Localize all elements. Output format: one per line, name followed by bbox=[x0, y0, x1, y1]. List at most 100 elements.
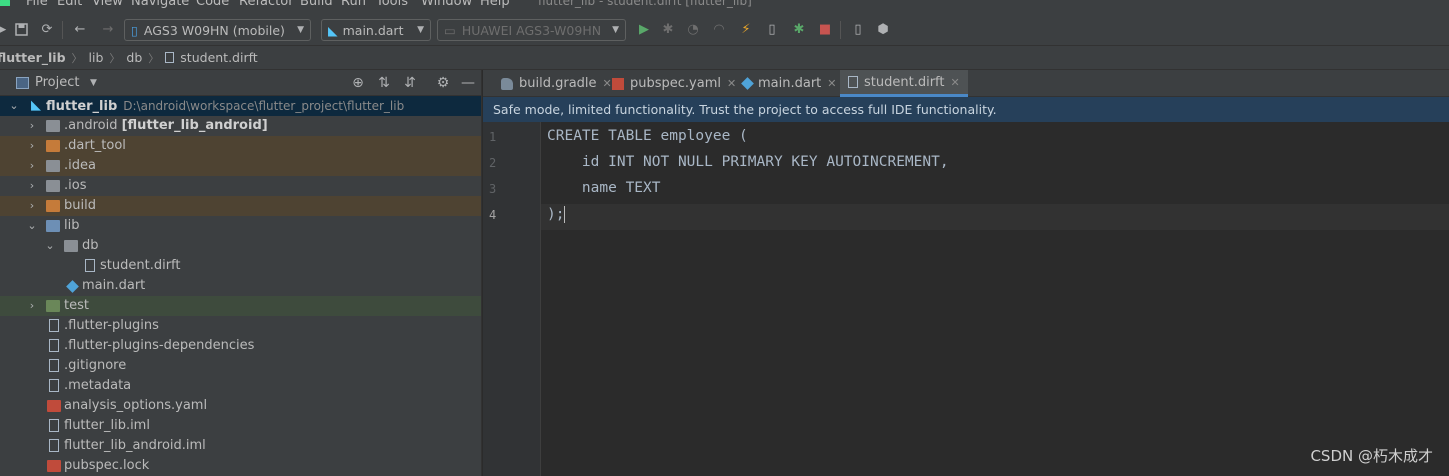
tab-main-dart[interactable]: main.dart ✕ bbox=[735, 70, 845, 97]
close-icon[interactable]: ✕ bbox=[950, 76, 959, 89]
device-manager-icon[interactable]: ▯ bbox=[849, 20, 867, 38]
flutter-inspector-icon[interactable]: ✱ bbox=[790, 20, 808, 38]
tab-label: pubspec.yaml bbox=[630, 76, 721, 91]
chevron-down-icon: ▼ bbox=[612, 25, 619, 35]
project-tree: ⌄ ◣ flutter_lib D:\android\workspace\flut… bbox=[0, 96, 481, 476]
tree-item-android[interactable]: › .android [flutter_lib_android] bbox=[0, 116, 481, 136]
tree-item-main-dart[interactable]: main.dart bbox=[0, 276, 481, 296]
expand-all-icon[interactable]: ⇅ bbox=[375, 74, 393, 92]
menu-code[interactable]: Code bbox=[196, 0, 229, 9]
main-toolbar: ▸ ⟳ ← → ▯ AGS3 W09HN (mobile) ▼ ◣ main.d… bbox=[0, 12, 1449, 46]
line-number: 4 bbox=[489, 208, 497, 222]
attach-icon[interactable]: ◠ bbox=[710, 20, 728, 38]
file-icon bbox=[165, 52, 175, 63]
breadcrumb-item-student-dirft[interactable]: student.dirft bbox=[180, 50, 257, 65]
sdk-manager-icon[interactable]: ⬢ bbox=[874, 20, 892, 38]
menu-navigate[interactable]: Navigate bbox=[131, 0, 189, 9]
breadcrumb-item-db[interactable]: db bbox=[126, 50, 142, 65]
gradle-icon bbox=[501, 77, 513, 90]
close-icon[interactable]: ✕ bbox=[827, 77, 836, 90]
menu-view[interactable]: View bbox=[92, 0, 123, 9]
breadcrumb-item-lib[interactable]: lib bbox=[89, 50, 104, 65]
hide-icon[interactable]: — bbox=[459, 74, 477, 92]
tab-student-dirft[interactable]: student.dirft ✕ bbox=[840, 70, 968, 97]
phone-icon: ▯ bbox=[131, 22, 138, 38]
chevron-down-icon[interactable]: ⌄ bbox=[26, 216, 38, 236]
tree-item-build[interactable]: › build bbox=[0, 196, 481, 216]
forward-icon[interactable]: → bbox=[99, 20, 117, 38]
collapse-all-icon[interactable]: ⇵ bbox=[401, 74, 419, 92]
locate-file-icon[interactable]: ⊕ bbox=[349, 74, 367, 92]
chevron-right-icon[interactable]: › bbox=[26, 176, 38, 196]
line-number: 1 bbox=[489, 130, 497, 144]
code-line[interactable]: CREATE TABLE employee ( bbox=[547, 128, 748, 144]
gear-icon[interactable]: ⚙ bbox=[434, 74, 452, 92]
tree-item-flutter-plugins[interactable]: .flutter-plugins bbox=[0, 316, 481, 336]
menu-refactor[interactable]: Refactor bbox=[239, 0, 294, 9]
breadcrumb-item-flutter-lib[interactable]: flutter_lib bbox=[0, 50, 66, 65]
save-all-icon[interactable] bbox=[12, 20, 30, 38]
tree-item-label: lib bbox=[64, 218, 80, 233]
apply-changes-icon[interactable]: ▯ bbox=[763, 20, 781, 38]
tree-item-pubspec-lock[interactable]: pubspec.lock bbox=[0, 456, 481, 476]
safe-mode-banner-text: Safe mode, limited functionality. Trust … bbox=[493, 102, 997, 117]
tree-item-student-dirft[interactable]: student.dirft bbox=[0, 256, 481, 276]
tree-item-gitignore[interactable]: .gitignore bbox=[0, 356, 481, 376]
chevron-down-icon[interactable]: ▼ bbox=[90, 78, 97, 88]
tree-item-flutter-lib-iml[interactable]: flutter_lib.iml bbox=[0, 416, 481, 436]
profile-icon[interactable]: ◔ bbox=[684, 20, 702, 38]
menu-run[interactable]: Run bbox=[341, 0, 366, 9]
run-config-combo[interactable]: ◣ main.dart ▼ bbox=[321, 19, 431, 41]
code-editor[interactable]: CREATE TABLE employee ( id INT NOT NULL … bbox=[541, 122, 1449, 476]
tree-item-lib[interactable]: ⌄ lib bbox=[0, 216, 481, 236]
tree-item-label: flutter_lib_android.iml bbox=[64, 438, 206, 453]
stop-icon[interactable]: ■ bbox=[816, 20, 834, 38]
chevron-down-icon: ▼ bbox=[417, 25, 424, 35]
project-pane-title[interactable]: Project bbox=[35, 75, 79, 90]
chevron-down-icon[interactable]: ⌄ bbox=[44, 236, 56, 256]
code-line[interactable]: id INT NOT NULL PRIMARY KEY AUTOINCREMEN… bbox=[547, 154, 949, 170]
tree-item-test[interactable]: › test bbox=[0, 296, 481, 316]
breadcrumb: flutter_lib 〉 lib 〉 db 〉 student.dirft bbox=[0, 46, 1449, 70]
run-icon[interactable]: ▶ bbox=[635, 20, 653, 38]
safe-mode-banner[interactable]: Safe mode, limited functionality. Trust … bbox=[483, 97, 1449, 122]
menu-help[interactable]: Help bbox=[480, 0, 510, 9]
tree-item-label: .flutter-plugins-dependencies bbox=[64, 338, 255, 353]
yaml-icon bbox=[47, 400, 61, 412]
tree-item-module-name: [flutter_lib_android] bbox=[121, 118, 268, 133]
chevron-right-icon[interactable]: › bbox=[26, 296, 38, 316]
chevron-right-icon[interactable]: › bbox=[26, 156, 38, 176]
tree-item-flutter-lib[interactable]: ⌄ ◣ flutter_lib D:\android\workspace\flut… bbox=[0, 96, 481, 116]
tree-item-dart-tool[interactable]: › .dart_tool bbox=[0, 136, 481, 156]
hot-reload-icon[interactable]: ⚡ bbox=[737, 20, 755, 38]
tab-pubspec-yaml[interactable]: pubspec.yaml ✕ bbox=[604, 70, 744, 97]
tree-item-flutter-plugins-dependencies[interactable]: .flutter-plugins-dependencies bbox=[0, 336, 481, 356]
tree-item-idea[interactable]: › .idea bbox=[0, 156, 481, 176]
android-studio-logo-icon bbox=[0, 0, 10, 6]
menu-build[interactable]: Build bbox=[300, 0, 333, 9]
chevron-down-icon[interactable]: ⌄ bbox=[8, 96, 20, 116]
chevron-right-icon[interactable]: › bbox=[26, 136, 38, 156]
debug-icon[interactable]: ✱ bbox=[659, 20, 677, 38]
menu-window[interactable]: Window bbox=[421, 0, 472, 9]
toolbar-overflow-icon[interactable]: ▸ bbox=[0, 20, 12, 38]
code-line[interactable]: ); bbox=[547, 206, 566, 223]
menu-tools[interactable]: Tools bbox=[376, 0, 408, 9]
text-caret bbox=[564, 206, 566, 223]
back-icon[interactable]: ← bbox=[71, 20, 89, 38]
tree-item-metadata[interactable]: .metadata bbox=[0, 376, 481, 396]
tree-item-analysis-options[interactable]: analysis_options.yaml bbox=[0, 396, 481, 416]
tree-item-label: test bbox=[64, 298, 89, 313]
code-line[interactable]: name TEXT bbox=[547, 180, 661, 196]
device-selector-combo[interactable]: ▯ AGS3 W09HN (mobile) ▼ bbox=[124, 19, 311, 41]
target-device-combo[interactable]: ▭ HUAWEI AGS3-W09HN ▼ bbox=[437, 19, 626, 41]
sync-icon[interactable]: ⟳ bbox=[38, 20, 56, 38]
chevron-right-icon[interactable]: › bbox=[26, 196, 38, 216]
tree-item-flutter-lib-android-iml[interactable]: flutter_lib_android.iml bbox=[0, 436, 481, 456]
tree-item-db[interactable]: ⌄ db bbox=[0, 236, 481, 256]
menu-file[interactable]: File bbox=[26, 0, 48, 9]
tree-item-ios[interactable]: › .ios bbox=[0, 176, 481, 196]
chevron-right-icon[interactable]: › bbox=[26, 116, 38, 136]
menu-edit[interactable]: Edit bbox=[57, 0, 82, 9]
tab-build-gradle[interactable]: build.gradle ✕ bbox=[493, 70, 620, 97]
